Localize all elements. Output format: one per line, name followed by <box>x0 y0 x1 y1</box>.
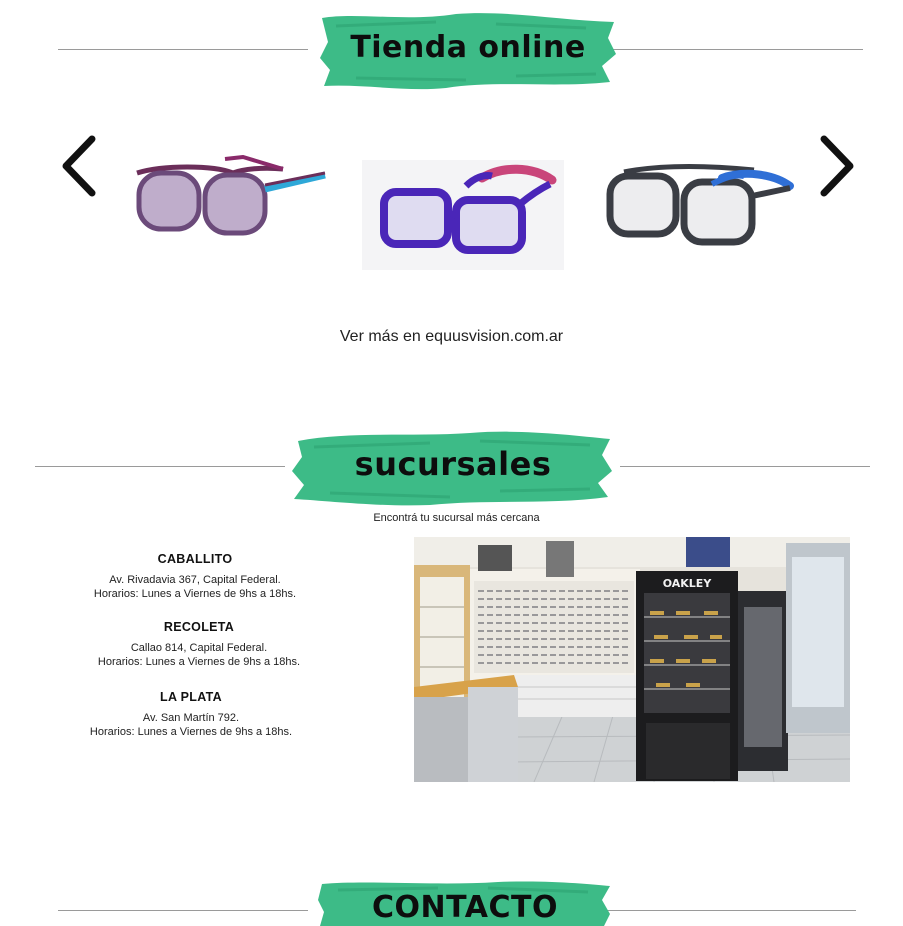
sucursales-heading: sucursales <box>290 427 616 507</box>
branch-address: Callao 814, Capital Federal. <box>130 642 268 654</box>
branch-name: LA PLATA <box>160 690 222 704</box>
branch-hours: Horarios: Lunes a Viernes de 9hs a 18hs. <box>89 726 293 738</box>
branch-hours: Horarios: Lunes a Viernes de 9hs a 18hs. <box>93 588 297 600</box>
eyeglasses-icon <box>606 164 794 246</box>
branch-caballito: CABALLITO Av. Rivadavia 367, Capital Fed… <box>60 552 330 601</box>
chevron-left-icon <box>62 135 96 197</box>
divider-right-tienda <box>613 49 863 50</box>
divider-right-sucursales <box>620 466 870 467</box>
tienda-heading: Tienda online <box>316 8 620 92</box>
eyeglasses-icon <box>136 154 326 236</box>
divider-left-contacto <box>58 910 308 911</box>
store-sign-text: OAKLEY <box>663 577 713 590</box>
divider-right-contacto <box>606 910 856 911</box>
branch-recoleta: RECOLETA Callao 814, Capital Federal. Ho… <box>64 620 334 669</box>
divider-left-tienda <box>58 49 308 50</box>
branch-hours: Horarios: Lunes a Viernes de 9hs a 18hs. <box>97 656 301 668</box>
branch-name: RECOLETA <box>163 620 235 634</box>
store-interior-image: OAKLEY <box>414 537 850 782</box>
product-card-1[interactable] <box>133 154 329 243</box>
sucursales-title: sucursales <box>354 445 552 483</box>
divider-left-sucursales <box>35 466 285 467</box>
eyeglasses-icon <box>380 164 557 254</box>
branch-address: Av. Rivadavia 367, Capital Federal. <box>109 574 281 586</box>
product-card-3[interactable] <box>604 160 796 250</box>
sucursales-subtitle: Encontrá tu sucursal más cercana <box>373 512 540 524</box>
tienda-title: Tienda online <box>350 30 586 65</box>
product-card-2[interactable] <box>362 160 564 270</box>
view-more-link[interactable]: Ver más en equusvision.com.ar <box>0 328 903 346</box>
carousel-next-button[interactable] <box>816 133 858 199</box>
branch-address: Av. San Martín 792. <box>142 712 240 724</box>
contacto-heading: CONTACTO <box>318 878 612 926</box>
store-photo: OAKLEY <box>414 537 850 782</box>
chevron-right-icon <box>820 135 854 197</box>
carousel-prev-button[interactable] <box>58 133 100 199</box>
branch-name: CABALLITO <box>157 552 233 566</box>
branch-la-plata: LA PLATA Av. San Martín 792. Horarios: L… <box>56 690 326 739</box>
contacto-title: CONTACTO <box>372 890 558 925</box>
